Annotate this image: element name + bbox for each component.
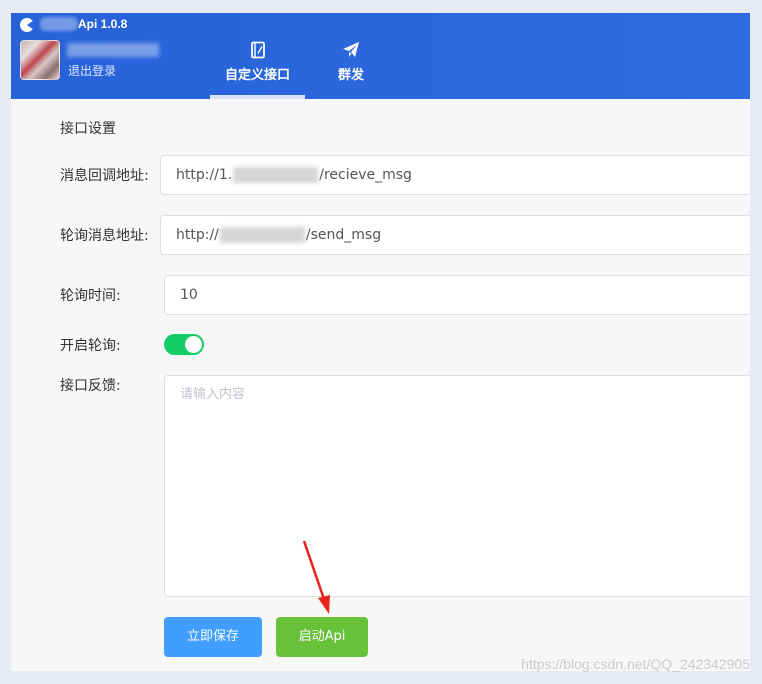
interval-input[interactable]: 10: [164, 275, 750, 315]
app-name-redacted: [40, 17, 78, 31]
polling-url-prefix: http://: [176, 227, 219, 243]
app-window: Api 1.0.8 退出登录 自定义接口 群发 接口设置 消息回调地址: htt…: [11, 13, 750, 671]
feedback-placeholder: 请输入内容: [180, 387, 246, 402]
screenshot-frame: Api 1.0.8 退出登录 自定义接口 群发 接口设置 消息回调地址: htt…: [0, 0, 762, 684]
notebook-icon: [250, 41, 265, 59]
polling-url-label: 轮询消息地址:: [60, 228, 149, 244]
watermark: https://blog.csdn.net/QQ_242342905: [521, 656, 750, 672]
app-title: Api 1.0.8: [78, 17, 128, 31]
enable-polling-switch[interactable]: [164, 334, 204, 355]
polling-url-suffix: /send_msg: [305, 227, 382, 243]
tab-group-send[interactable]: 群发: [321, 41, 381, 99]
avatar: [20, 40, 60, 80]
paper-plane-icon: [343, 42, 359, 57]
callback-url-suffix: /recieve_msg: [319, 167, 412, 183]
section-title: 接口设置: [60, 121, 116, 137]
annotation-arrow-icon: [302, 540, 330, 614]
feedback-textarea[interactable]: 请输入内容: [164, 375, 750, 597]
save-button[interactable]: 立即保存: [164, 617, 262, 657]
app-header: Api 1.0.8 退出登录 自定义接口 群发: [11, 13, 750, 99]
active-tab-indicator: [210, 95, 305, 99]
callback-url-label: 消息回调地址:: [60, 168, 149, 184]
interval-label: 轮询时间:: [60, 288, 121, 304]
username-redacted: [67, 43, 159, 57]
feedback-label: 接口反馈:: [60, 378, 121, 394]
tab-label: 自定义接口: [224, 68, 290, 83]
logout-link[interactable]: 退出登录: [68, 62, 116, 79]
switch-knob: [185, 336, 202, 353]
redacted-host: [233, 167, 319, 183]
tab-label: 群发: [337, 68, 364, 83]
redacted-host: [219, 227, 305, 243]
start-api-button[interactable]: 启动Api: [276, 617, 368, 657]
enable-polling-label: 开启轮询:: [60, 338, 121, 354]
app-logo-icon: [20, 18, 34, 32]
tab-custom-interface[interactable]: 自定义接口: [210, 41, 305, 99]
callback-url-input[interactable]: http://1. /recieve_msg: [160, 155, 750, 195]
polling-url-input[interactable]: http:// /send_msg: [160, 215, 750, 255]
callback-url-prefix: http://1.: [176, 167, 233, 183]
